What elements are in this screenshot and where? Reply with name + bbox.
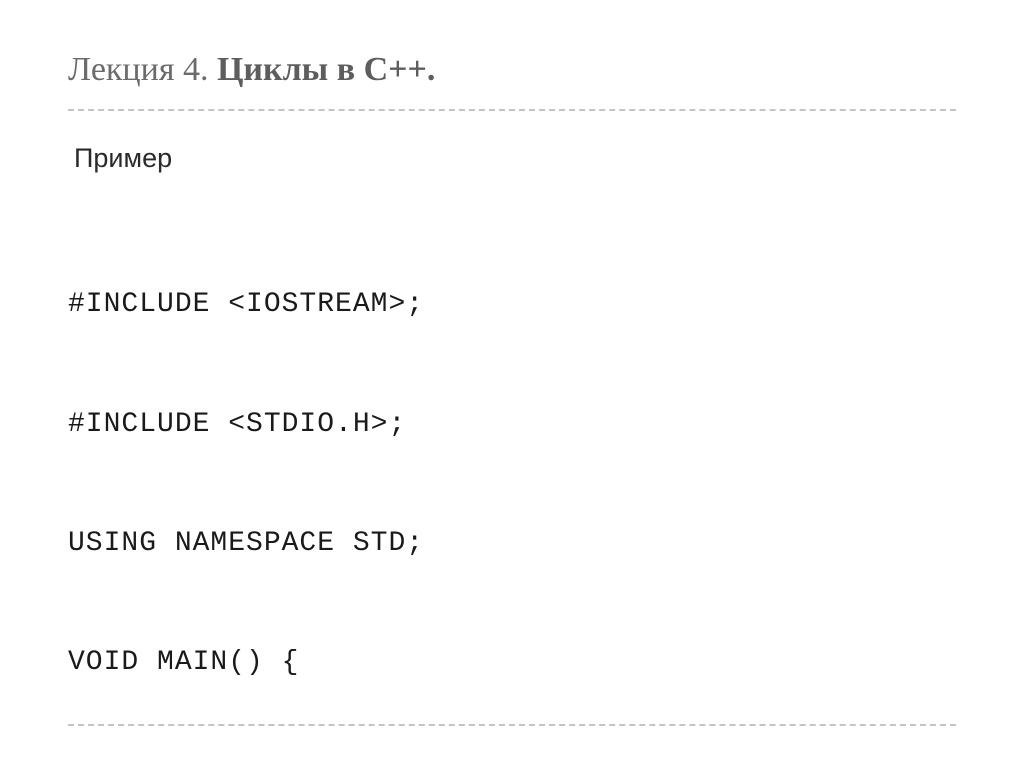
title-prefix: Лекция 4. (68, 51, 217, 88)
code-line: #include <iostream>; (68, 285, 956, 325)
slide-title: Лекция 4. Циклы в С++. (68, 50, 956, 111)
bottom-divider (68, 724, 956, 726)
code-line: void main() { (68, 643, 956, 683)
slide: Лекция 4. Циклы в С++. Пример #include <… (0, 0, 1024, 768)
title-main: Циклы в С++. (217, 51, 435, 88)
example-label: Пример (68, 143, 956, 174)
code-block: #include <iostream>; #include <stdio.h>;… (68, 206, 956, 768)
code-line: int sum = 0, i; (68, 762, 956, 768)
code-line: using namespace std; (68, 524, 956, 564)
code-line: #include <stdio.h>; (68, 405, 956, 445)
